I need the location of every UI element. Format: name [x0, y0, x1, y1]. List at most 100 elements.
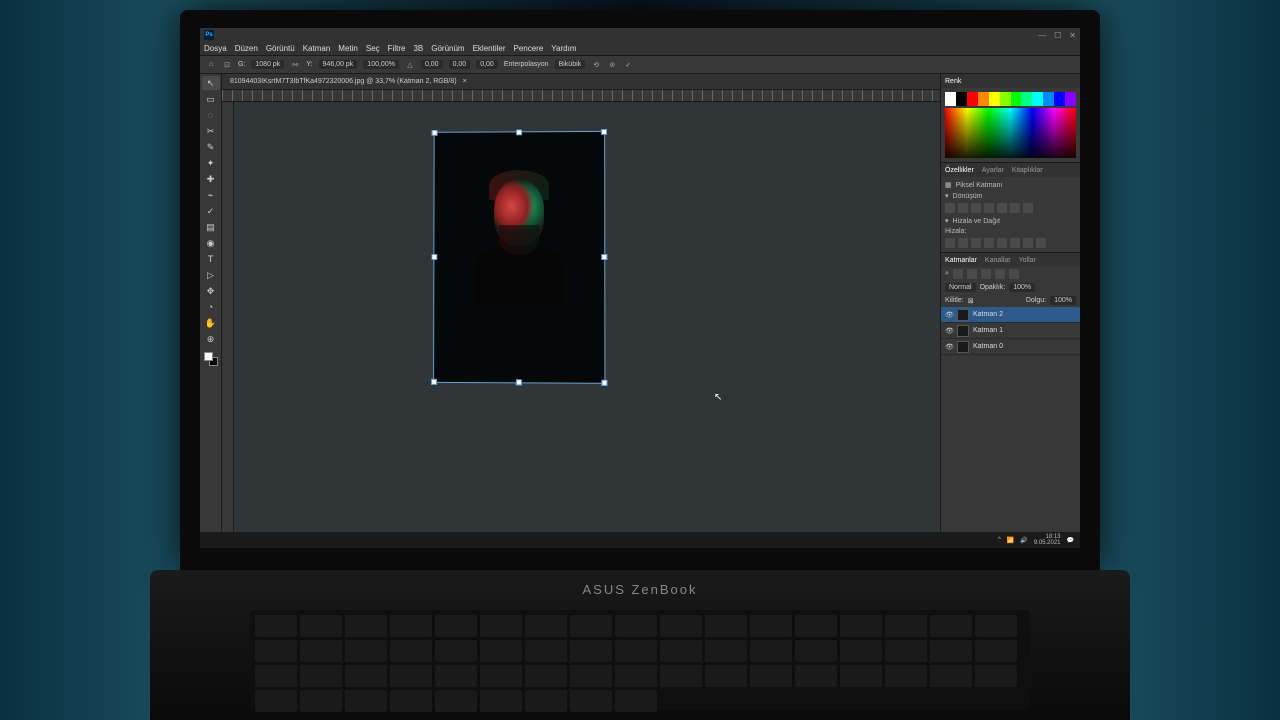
layer-thumbnail[interactable] — [957, 341, 969, 353]
cancel-transform-button[interactable]: ⊘ — [607, 60, 617, 70]
menu-filter[interactable]: Filtre — [388, 44, 406, 53]
swatch[interactable] — [1043, 92, 1054, 106]
layer-thumbnail[interactable] — [957, 325, 969, 337]
pen-tool[interactable]: ▷ — [202, 268, 220, 282]
brush-tool[interactable]: ⌁ — [202, 188, 220, 202]
align-right-icon[interactable] — [971, 238, 981, 248]
skew-h-field[interactable]: 0,00 — [449, 60, 471, 69]
shape-tool[interactable]: ◔ — [202, 300, 220, 314]
canvas[interactable]: ↖ — [234, 102, 940, 534]
reset-icon[interactable]: ⟲ — [591, 60, 601, 70]
fg-color-swatch[interactable] — [204, 352, 213, 361]
link-icon[interactable]: ⚯ — [290, 60, 300, 70]
properties-tab[interactable]: Özellikler — [945, 167, 974, 174]
transform-handle-bc[interactable] — [516, 379, 522, 385]
minimize-button[interactable]: — — [1038, 31, 1046, 40]
menu-view[interactable]: Görünüm — [431, 44, 464, 53]
eraser-tool[interactable]: ▤ — [202, 220, 220, 234]
hand-tool[interactable]: ✋ — [202, 316, 220, 330]
transform-handle-tc[interactable] — [516, 129, 522, 135]
transform-handle-mr[interactable] — [601, 254, 607, 260]
transform-w-field[interactable] — [945, 203, 955, 213]
swatch[interactable] — [1054, 92, 1065, 106]
eye-icon[interactable]: 👁 — [945, 327, 953, 335]
align-top-icon[interactable] — [984, 238, 994, 248]
align-bottom-icon[interactable] — [1010, 238, 1020, 248]
lasso-tool[interactable]: ◌ — [202, 108, 220, 122]
transform-y-field[interactable] — [984, 203, 994, 213]
commit-transform-button[interactable]: ✓ — [623, 60, 633, 70]
wifi-icon[interactable]: 📶 — [1007, 537, 1014, 544]
layer-thumbnail[interactable] — [957, 309, 969, 321]
artwork-layer[interactable] — [434, 132, 604, 383]
type-tool[interactable]: T — [202, 252, 220, 266]
ruler-horizontal[interactable] — [222, 90, 940, 102]
transform-flip-v-icon[interactable] — [1023, 203, 1033, 213]
channels-tab[interactable]: Kanallar — [985, 257, 1011, 264]
paths-tab[interactable]: Yollar — [1019, 257, 1036, 264]
lock-icon[interactable]: ⊠ — [968, 297, 974, 305]
height-field[interactable]: 946,00 pk — [319, 60, 358, 69]
menu-edit[interactable]: Düzen — [235, 44, 258, 53]
volume-icon[interactable]: 🔊 — [1020, 537, 1027, 544]
move-tool[interactable]: ↖ — [202, 76, 220, 90]
interp-mode-select[interactable]: Bikübik — [555, 60, 586, 69]
swatch[interactable] — [1032, 92, 1043, 106]
distribute-v-icon[interactable] — [1036, 238, 1046, 248]
opacity-field[interactable]: 100% — [1009, 283, 1035, 292]
menu-select[interactable]: Seç — [366, 44, 380, 53]
layer-name[interactable]: Katman 2 — [973, 311, 1003, 318]
transform-angle-field[interactable] — [997, 203, 1007, 213]
layer-name[interactable]: Katman 0 — [973, 343, 1003, 350]
document-tab-close-icon[interactable]: × — [463, 78, 467, 85]
transform-h-field[interactable] — [958, 203, 968, 213]
angle-field[interactable]: 0,00 — [421, 60, 443, 69]
filter-shape-icon[interactable] — [995, 269, 1005, 279]
width-field[interactable]: 1080 pk — [251, 60, 284, 69]
swatch[interactable] — [1065, 92, 1076, 106]
layers-tab[interactable]: Katmanlar — [945, 257, 977, 264]
menu-3d[interactable]: 3B — [413, 44, 423, 53]
tray-chevron-icon[interactable]: ^ — [998, 537, 1001, 543]
eyedropper-tool[interactable]: ✦ — [202, 156, 220, 170]
taskbar-clock[interactable]: 18:13 9.05.2021 — [1034, 534, 1061, 546]
eye-icon[interactable]: 👁 — [945, 343, 953, 351]
close-button[interactable]: ✕ — [1069, 31, 1076, 40]
document-tab[interactable]: 81094403IKsrtM7T3IbTfKa4972320006.jpg @ … — [222, 74, 940, 90]
align-left-icon[interactable] — [945, 238, 955, 248]
search-icon[interactable]: ⌕ — [945, 270, 949, 278]
swatch[interactable] — [956, 92, 967, 106]
transform-handle-tl[interactable] — [432, 130, 438, 136]
transform-handle-bl[interactable] — [431, 379, 437, 385]
swatch[interactable] — [978, 92, 989, 106]
filter-pixel-icon[interactable] — [953, 269, 963, 279]
fill-field[interactable]: 100% — [1050, 296, 1076, 305]
chevron-down-icon[interactable]: ▾ — [945, 192, 949, 200]
swatch[interactable] — [945, 92, 956, 106]
adjustments-tab[interactable]: Ayarlar — [982, 167, 1004, 174]
crop-tool[interactable]: ✂ — [202, 124, 220, 138]
swatch[interactable] — [1021, 92, 1032, 106]
filter-type-icon[interactable] — [981, 269, 991, 279]
blend-mode-select[interactable]: Normal — [945, 283, 976, 292]
healing-tool[interactable]: ✚ — [202, 172, 220, 186]
color-swatch[interactable] — [204, 352, 218, 366]
transform-flip-h-icon[interactable] — [1010, 203, 1020, 213]
swatch[interactable] — [1000, 92, 1011, 106]
home-icon[interactable]: ⌂ — [206, 60, 216, 70]
notifications-icon[interactable]: 💬 — [1067, 537, 1074, 544]
clone-tool[interactable]: ✓ — [202, 204, 220, 218]
layer-name[interactable]: Katman 1 — [973, 327, 1003, 334]
swatch[interactable] — [989, 92, 1000, 106]
transform-handle-br[interactable] — [601, 380, 607, 386]
zoom-field[interactable]: 100,00% — [363, 60, 399, 69]
libraries-tab[interactable]: Kitaplıklar — [1012, 167, 1043, 174]
maximize-button[interactable]: ☐ — [1054, 31, 1061, 40]
transform-handle-ml[interactable] — [431, 254, 437, 260]
filter-adj-icon[interactable] — [967, 269, 977, 279]
menu-window[interactable]: Pencere — [514, 44, 544, 53]
menu-help[interactable]: Yardım — [551, 44, 576, 53]
transform-x-field[interactable] — [971, 203, 981, 213]
menu-file[interactable]: Dosya — [204, 44, 227, 53]
menu-plugins[interactable]: Eklentiler — [473, 44, 506, 53]
